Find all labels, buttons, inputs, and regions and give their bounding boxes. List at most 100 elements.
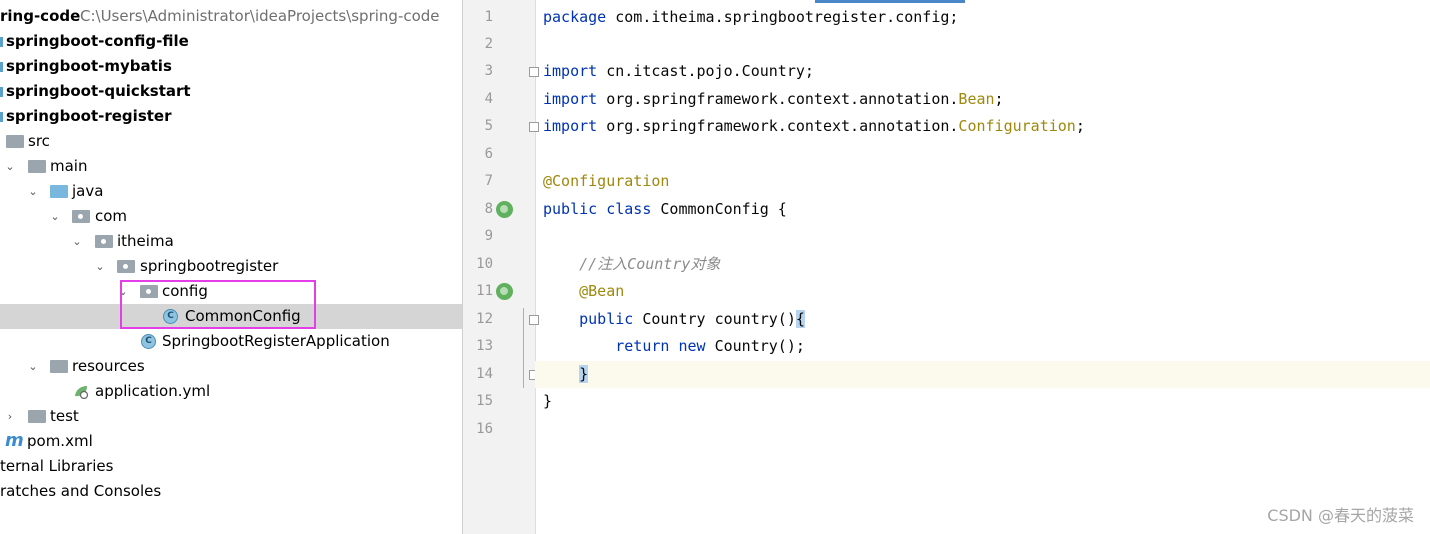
tree-root-spring-code[interactable]: ring-code C:\Users\Administrator\ideaPro… — [0, 4, 462, 29]
folder-icon — [28, 160, 46, 173]
tree-module-register[interactable]: springboot-register — [0, 104, 462, 129]
line-number: 15 — [476, 393, 493, 409]
fold-marker-icon[interactable] — [529, 122, 539, 132]
tree-module-mybatis[interactable]: springboot-mybatis — [0, 54, 462, 79]
tree-node-application[interactable]: C SpringbootRegisterApplication — [0, 329, 462, 354]
module-label: springboot-config-file — [6, 32, 189, 50]
node-label: ternal Libraries — [0, 457, 114, 475]
spring-bean-gutter-icon[interactable] — [496, 201, 513, 218]
code-line-8: public class CommonConfig { — [543, 196, 787, 223]
folder-icon — [28, 410, 46, 423]
line-number: 4 — [484, 91, 493, 107]
tree-node-itheima[interactable]: ⌄ itheima — [0, 229, 462, 254]
code-editor[interactable]: 1 2 3 4 5 6 7 8 9 10 11 12 13 14 15 16 p… — [463, 0, 1430, 534]
line-number: 7 — [484, 173, 493, 189]
node-label: java — [72, 182, 104, 200]
watermark: CSDN @春天的菠菜 — [1267, 506, 1414, 525]
project-tool-window: ring-code C:\Users\Administrator\ideaPro… — [0, 0, 463, 534]
package-icon — [72, 210, 90, 223]
chevron-down-icon[interactable]: ⌄ — [4, 154, 16, 179]
node-label: springbootregister — [140, 257, 279, 275]
line-number: 8 — [484, 201, 493, 217]
code-text: org.springframework.context.annotation. — [597, 117, 959, 135]
tree-module-config-file[interactable]: springboot-config-file — [0, 29, 462, 54]
line-number: 5 — [484, 118, 493, 134]
package-icon — [95, 235, 113, 248]
tree-node-main[interactable]: ⌄ main — [0, 154, 462, 179]
root-label: ring-code — [0, 7, 81, 25]
code-line-7: @Configuration — [543, 172, 670, 190]
active-tab-indicator — [815, 0, 965, 3]
tree-node-java[interactable]: ⌄ java — [0, 179, 462, 204]
module-label: springboot-quickstart — [6, 82, 191, 100]
code-line-10: //注入Country对象 — [543, 255, 721, 273]
code-text: cn.itcast.pojo.Country; — [597, 62, 814, 80]
tree-node-resources[interactable]: ⌄ resources — [0, 354, 462, 379]
tree-node-external-libraries[interactable]: ternal Libraries — [0, 454, 462, 479]
tree-node-pom[interactable]: m pom.xml — [0, 429, 462, 454]
annotation-type: Configuration — [958, 117, 1076, 135]
editor-gutter: 1 2 3 4 5 6 7 8 9 10 11 12 13 14 15 16 — [463, 0, 539, 534]
module-label: springboot-register — [6, 107, 172, 125]
chevron-down-icon[interactable]: ⌄ — [27, 354, 39, 379]
code-text: org.springframework.context.annotation. — [597, 90, 959, 108]
keyword: import — [543, 117, 598, 135]
line-number: 6 — [484, 146, 493, 162]
node-label: pom.xml — [27, 432, 93, 450]
line-number: 16 — [476, 421, 493, 437]
code-line-12: public Country country(){ — [543, 306, 805, 333]
node-label: main — [50, 157, 88, 175]
tree-node-src[interactable]: src — [0, 129, 462, 154]
fold-marker-icon[interactable] — [529, 67, 539, 77]
code-line-11: @Bean — [543, 282, 625, 300]
tree-node-springbootregister[interactable]: ⌄ springbootregister — [0, 254, 462, 279]
fold-marker-icon[interactable] — [529, 315, 539, 325]
code-text: Country country() — [633, 310, 796, 328]
line-number: 1 — [484, 9, 493, 25]
keyword: import — [543, 90, 598, 108]
source-folder-icon — [50, 185, 68, 198]
chevron-down-icon[interactable]: ⌄ — [71, 229, 83, 254]
resources-folder-icon — [50, 360, 68, 373]
keyword: package — [543, 8, 607, 26]
node-label: src — [28, 132, 50, 150]
tree-module-quickstart[interactable]: springboot-quickstart — [0, 79, 462, 104]
line-number: 13 — [476, 338, 493, 354]
code-line-1: package com.itheima.springbootregister.c… — [543, 4, 958, 31]
matched-brace: } — [579, 365, 589, 383]
keyword: public — [579, 310, 634, 328]
code-line-15: } — [543, 392, 553, 410]
line-number: 9 — [484, 228, 493, 244]
code-text: CommonConfig { — [651, 200, 787, 218]
chevron-down-icon[interactable]: ⌄ — [94, 254, 106, 279]
line-number: 14 — [476, 366, 493, 382]
line-number: 11 — [476, 283, 493, 299]
spring-bean-gutter-icon[interactable] — [496, 283, 513, 300]
code-line-3: import cn.itcast.pojo.Country; — [543, 58, 814, 85]
chevron-down-icon[interactable]: ⌄ — [27, 179, 39, 204]
chevron-down-icon[interactable]: ⌄ — [49, 204, 61, 229]
module-label: springboot-mybatis — [6, 57, 172, 75]
chevron-right-icon[interactable]: › — [4, 404, 16, 429]
keyword: public class — [543, 200, 652, 218]
line-number: 10 — [476, 256, 493, 272]
package-icon — [117, 260, 135, 273]
tree-node-test[interactable]: › test — [0, 404, 462, 429]
module-icon — [0, 112, 3, 122]
tree-node-com[interactable]: ⌄ com — [0, 204, 462, 229]
annotation-highlight-box — [120, 280, 316, 329]
tree-node-application-yml[interactable]: application.yml — [0, 379, 462, 404]
code-text: Country(); — [705, 337, 805, 355]
spring-boot-class-icon: C — [141, 334, 156, 349]
tree-node-scratches[interactable]: ratches and Consoles — [0, 479, 462, 504]
node-label: SpringbootRegisterApplication — [162, 332, 390, 350]
line-number: 12 — [476, 311, 493, 327]
code-text: com.itheima.springbootregister.config; — [606, 8, 959, 26]
scope-guide-line — [523, 308, 524, 388]
line-number: 2 — [484, 36, 493, 52]
module-icon — [0, 62, 3, 72]
root-path: C:\Users\Administrator\ideaProjects\spri… — [80, 7, 440, 25]
annotation-type: Bean — [958, 90, 995, 108]
